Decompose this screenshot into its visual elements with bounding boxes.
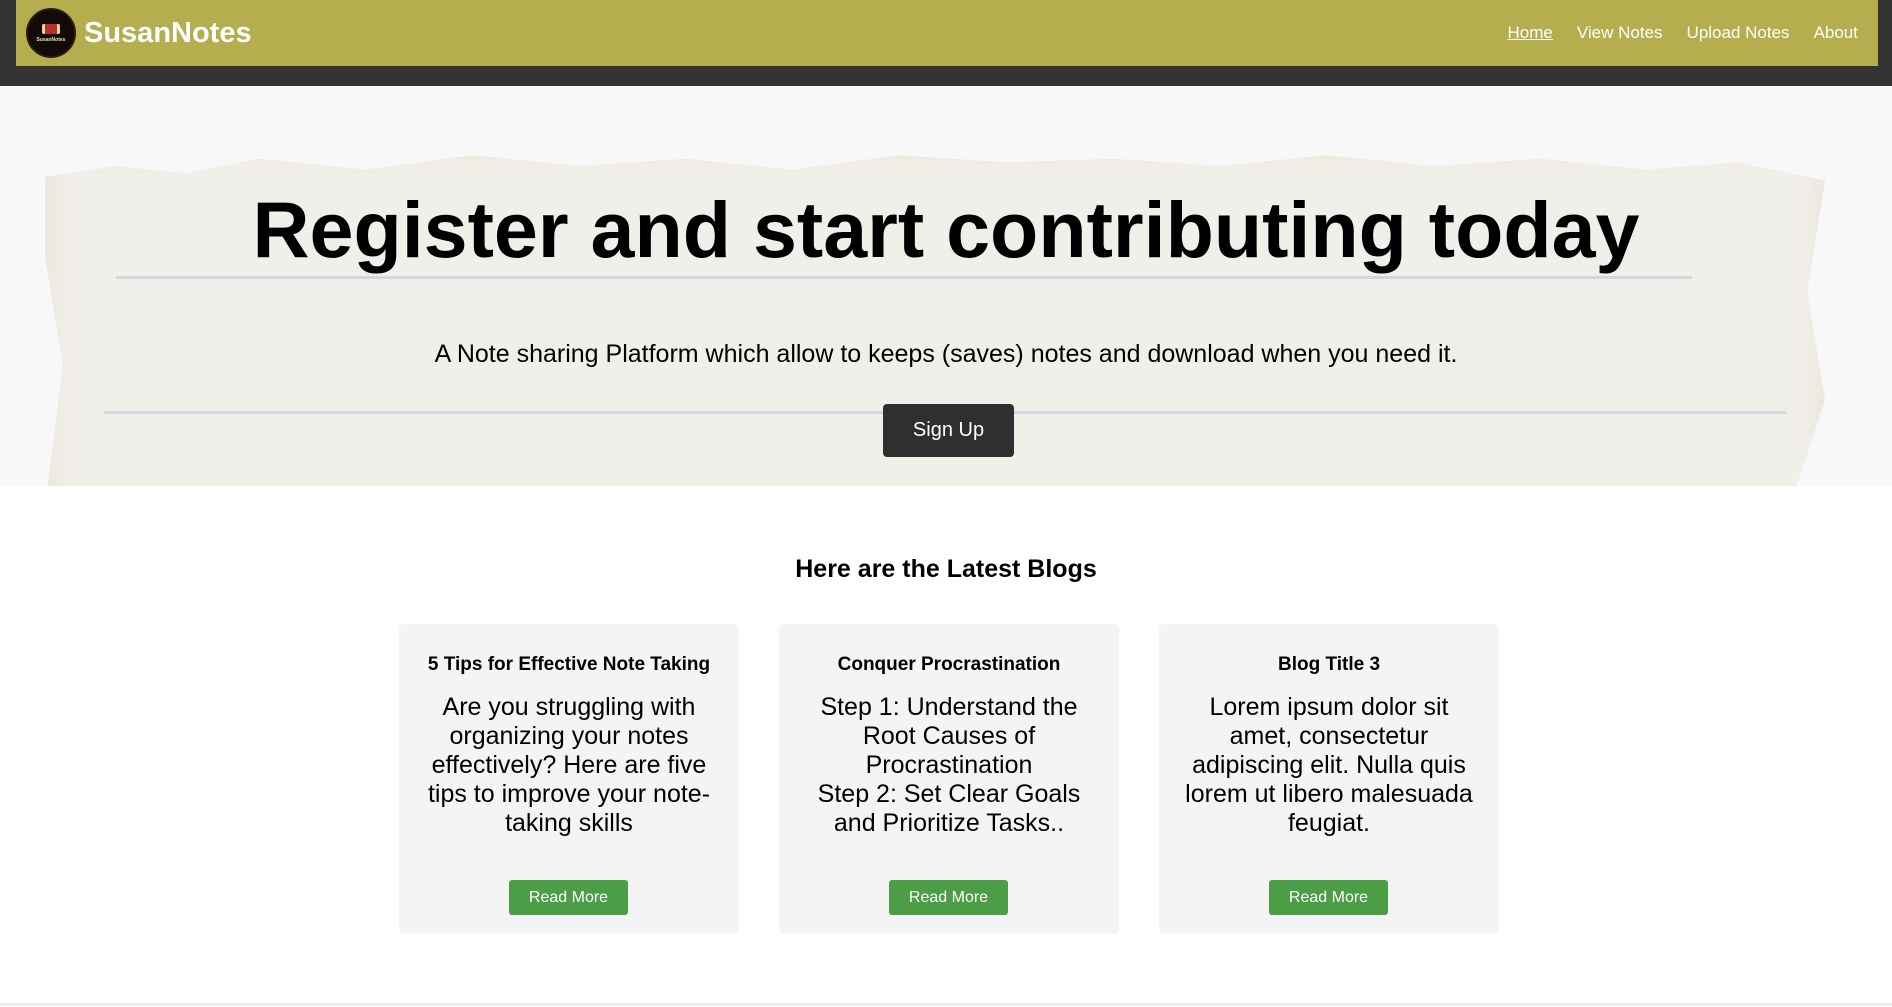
blog-card-title: 5 Tips for Effective Note Taking xyxy=(427,654,711,675)
nav-link-about[interactable]: About xyxy=(1802,23,1870,43)
nav-link-home[interactable]: Home xyxy=(1496,23,1565,43)
nav-links: Home View Notes Upload Notes About xyxy=(1496,23,1871,43)
blog-card-title: Conquer Procrastination xyxy=(837,654,1061,675)
navbar: SusanNotes SusanNotes Home View Notes Up… xyxy=(16,0,1878,66)
blog-card-text: Step 1: Understand the Root Causes of Pr… xyxy=(803,693,1095,838)
blog-card-text-line: Step 1: Understand the Root Causes of Pr… xyxy=(820,693,1078,779)
logo-text: SusanNotes xyxy=(36,36,66,43)
blog-card-text-line: Step 2: Set Clear Goals and Prioritize T… xyxy=(817,780,1081,837)
hero-divider-top xyxy=(116,276,1692,279)
blog-card-text: Are you struggling with organizing your … xyxy=(427,693,711,837)
hero-subtitle: A Note sharing Platform which allow to k… xyxy=(434,340,1458,368)
blog-card: Conquer Procrastination Step 1: Understa… xyxy=(779,624,1119,934)
blog-card-text: Lorem ipsum dolor sit amet, consectetur … xyxy=(1185,693,1473,837)
blog-card: 5 Tips for Effective Note Taking Are you… xyxy=(399,624,739,934)
read-more-button[interactable]: Read More xyxy=(1269,880,1388,915)
blogs-heading: Here are the Latest Blogs xyxy=(795,555,1097,583)
sign-up-button[interactable]: Sign Up xyxy=(883,404,1014,457)
blog-card: Blog Title 3 Lorem ipsum dolor sit amet,… xyxy=(1159,624,1499,934)
brand-name[interactable]: SusanNotes xyxy=(84,17,252,50)
read-more-button[interactable]: Read More xyxy=(509,880,628,915)
blog-card-title: Blog Title 3 xyxy=(1277,654,1381,675)
book-icon xyxy=(42,23,60,34)
nav-link-upload-notes[interactable]: Upload Notes xyxy=(1675,23,1802,43)
hero-title: Register and start contributing today xyxy=(252,185,1640,274)
blog-cards: 5 Tips for Effective Note Taking Are you… xyxy=(399,624,1499,934)
site-logo[interactable]: SusanNotes xyxy=(26,8,76,58)
hero-section: Register and start contributing today A … xyxy=(0,86,1892,486)
nav-link-view-notes[interactable]: View Notes xyxy=(1565,23,1675,43)
footer-divider xyxy=(0,1003,1892,1006)
read-more-button[interactable]: Read More xyxy=(889,880,1008,915)
